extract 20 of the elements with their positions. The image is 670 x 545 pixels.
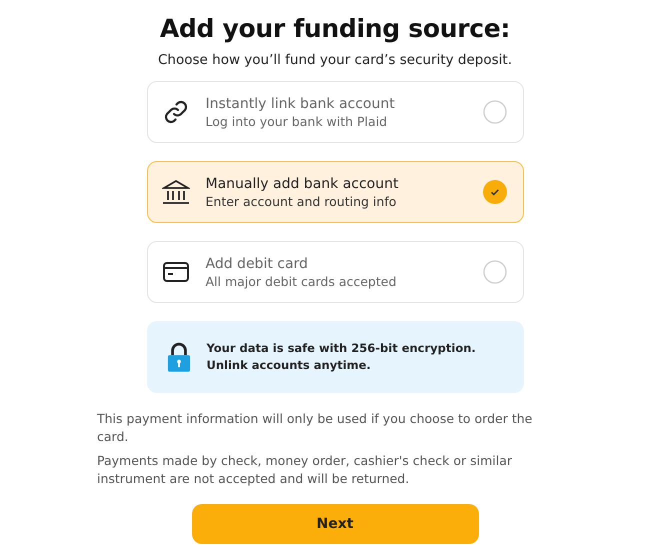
next-button[interactable]: Next — [192, 504, 478, 544]
option-title: Manually add bank account — [206, 176, 400, 192]
option-description: All major debit cards accepted — [206, 274, 398, 288]
option-description: Log into your bank with Plaid — [206, 114, 388, 128]
option-title: Instantly link bank account — [206, 96, 396, 112]
security-note: Your data is safe with 256-bit encryption. Unlink accounts anytime. — [206, 340, 477, 374]
funding-option[interactable]: Instantly link bank account Log into your bank with Plaid — [146, 81, 524, 143]
padlock-icon — [166, 341, 190, 373]
checked-radio-icon[interactable] — [482, 180, 506, 204]
page-title: Add your funding source: — [160, 14, 510, 43]
option-title: Add debit card — [206, 256, 309, 272]
option-description: Enter account and routing info — [206, 194, 398, 208]
bank-icon — [162, 178, 190, 206]
disclaimer-text: This payment information will only be used if you choose to order the card. — [97, 410, 534, 445]
funding-option[interactable]: Add debit card All major debit cards accepted — [146, 241, 524, 303]
radio-icon[interactable] — [482, 100, 506, 124]
subtitle: Choose how you’ll fund your card’s security deposit. — [158, 52, 512, 68]
radio-icon[interactable] — [482, 260, 506, 284]
disclaimer-text: Payments made by check, money order, cashier's check or similar instrument are not accepted and will be returned. — [97, 452, 514, 487]
funding-option[interactable]: Manually add bank account Enter account and routing info — [146, 161, 524, 223]
